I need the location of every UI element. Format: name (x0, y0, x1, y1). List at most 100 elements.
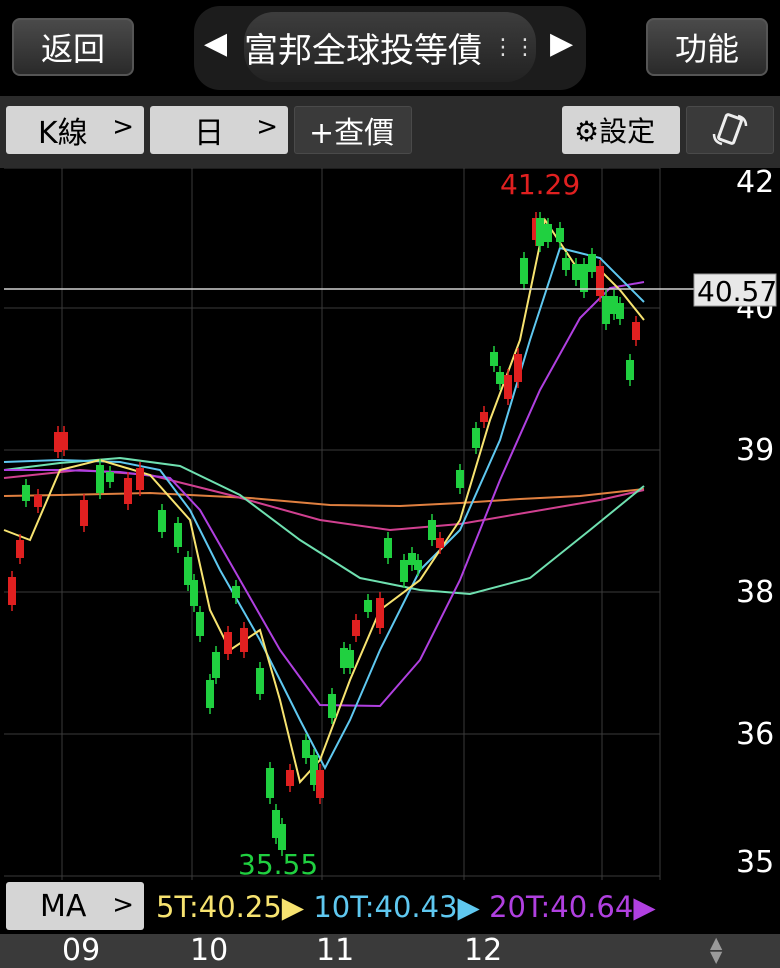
ma-legend: 5T:40.25▶ 10T:40.43▶ 20T:40.64▶ 6 (156, 890, 660, 924)
y-tick: 35 (736, 845, 774, 880)
candle-down (232, 586, 240, 598)
candlestick-chart[interactable]: 41.29 35.55 424039383635 40.57 (0, 168, 780, 934)
candle-down (400, 560, 408, 582)
candle-up (316, 770, 324, 798)
x-tick: 09 (62, 933, 101, 968)
chevron-right-icon: > (112, 890, 134, 920)
candle-up (632, 322, 640, 340)
flag-icon: ▶ (457, 890, 490, 924)
fund-title[interactable]: 富邦全球投等債 ⋮⋮ (244, 12, 536, 82)
candle-down (616, 303, 624, 319)
candle-down (562, 258, 570, 270)
candle-down (212, 652, 220, 678)
ma20-label: 20T:40.64 (489, 890, 634, 924)
candle-down (520, 258, 528, 284)
top-bar: 返回 ◀ 富邦全球投等債 ⋮⋮ ▶ 功能 (0, 0, 780, 96)
chevron-right-icon: > (256, 112, 278, 142)
candle-up (352, 620, 360, 636)
candle-down (472, 428, 480, 448)
function-button[interactable]: 功能 (646, 18, 768, 76)
candle-up (34, 495, 42, 507)
prev-arrow-icon[interactable]: ◀ (204, 26, 227, 61)
candle-down (106, 472, 114, 482)
candle-up (514, 354, 522, 382)
candle-down (196, 612, 204, 636)
candle-down (206, 680, 214, 708)
candle-up (136, 468, 144, 490)
chart-grid (4, 168, 661, 880)
period-button[interactable]: 日 > (150, 106, 288, 154)
candle-up (504, 375, 512, 399)
candle-down (364, 600, 372, 612)
sort-icon[interactable]: ▲ ▼ (710, 935, 722, 965)
x-tick: 11 (316, 933, 355, 968)
candle-down (626, 360, 634, 380)
candle-down (490, 352, 498, 366)
candle-down (266, 768, 274, 798)
chevron-right-icon: > (112, 112, 134, 142)
price-tag: 40.57 (697, 275, 777, 308)
x-tick: 10 (190, 933, 229, 968)
period-label: 日 (194, 116, 224, 151)
candle-down (544, 224, 552, 242)
candle-down (572, 264, 580, 280)
y-tick: 36 (736, 717, 774, 752)
candle-down (158, 510, 166, 532)
low-label: 35.55 (238, 848, 318, 881)
plot-area (4, 168, 660, 880)
candle-down (414, 560, 422, 570)
chart-toolbar: K線 > 日 > +查價 ⚙設定 (0, 96, 780, 168)
candle-down (328, 694, 336, 718)
candle-up (240, 628, 248, 652)
candle-up (8, 577, 16, 605)
x-axis-bar (0, 934, 780, 968)
chart-type-button[interactable]: K線 > (6, 106, 144, 154)
candle-down (256, 668, 264, 694)
high-label: 41.29 (500, 168, 580, 201)
fund-title-label: 富邦全球投等債 (244, 30, 482, 71)
ma5-label: 5T:40.25 (156, 890, 282, 924)
settings-button[interactable]: ⚙設定 (562, 106, 680, 154)
candle-down (302, 740, 310, 758)
candle-down (588, 254, 596, 272)
candle-down (536, 218, 544, 246)
candle-down (580, 264, 588, 292)
candle-down (428, 520, 436, 540)
grid-icon: ⋮⋮ (492, 34, 536, 60)
candle-down (278, 824, 286, 850)
candle-up (124, 478, 132, 504)
x-tick: 12 (464, 933, 503, 968)
candle-down (190, 580, 198, 606)
ma-button[interactable]: MA > (6, 882, 144, 930)
candle-down (174, 523, 182, 547)
ma10-label: 10T:40.43 (313, 890, 458, 924)
ma-button-label: MA (40, 888, 87, 924)
candle-down (456, 470, 464, 488)
candle-down (556, 228, 564, 242)
candle-up (286, 770, 294, 786)
flag-icon: ▶ (281, 890, 314, 924)
candle-up (16, 540, 24, 558)
y-tick: 38 (736, 575, 774, 610)
candle-up (480, 412, 488, 422)
add-price-button[interactable]: +查價 (294, 106, 412, 154)
y-tick: 42 (736, 168, 774, 200)
rotate-icon[interactable] (686, 106, 774, 154)
next-arrow-icon[interactable]: ▶ (550, 26, 573, 61)
flag-icon: ▶ (633, 890, 656, 924)
y-tick: 39 (736, 433, 774, 468)
candle-down (346, 650, 354, 668)
candle-up (224, 632, 232, 654)
candle-up (80, 500, 88, 526)
chart-type-label: K線 (38, 116, 88, 151)
candle-down (496, 372, 504, 384)
candle-up (436, 538, 444, 548)
candle-down (22, 485, 30, 501)
candle-down (384, 538, 392, 558)
candle-down (96, 465, 104, 493)
candle-up (596, 266, 604, 296)
candle-down (602, 296, 610, 324)
back-button[interactable]: 返回 (12, 18, 134, 76)
candle-up (376, 598, 384, 628)
candle-up (60, 432, 68, 450)
